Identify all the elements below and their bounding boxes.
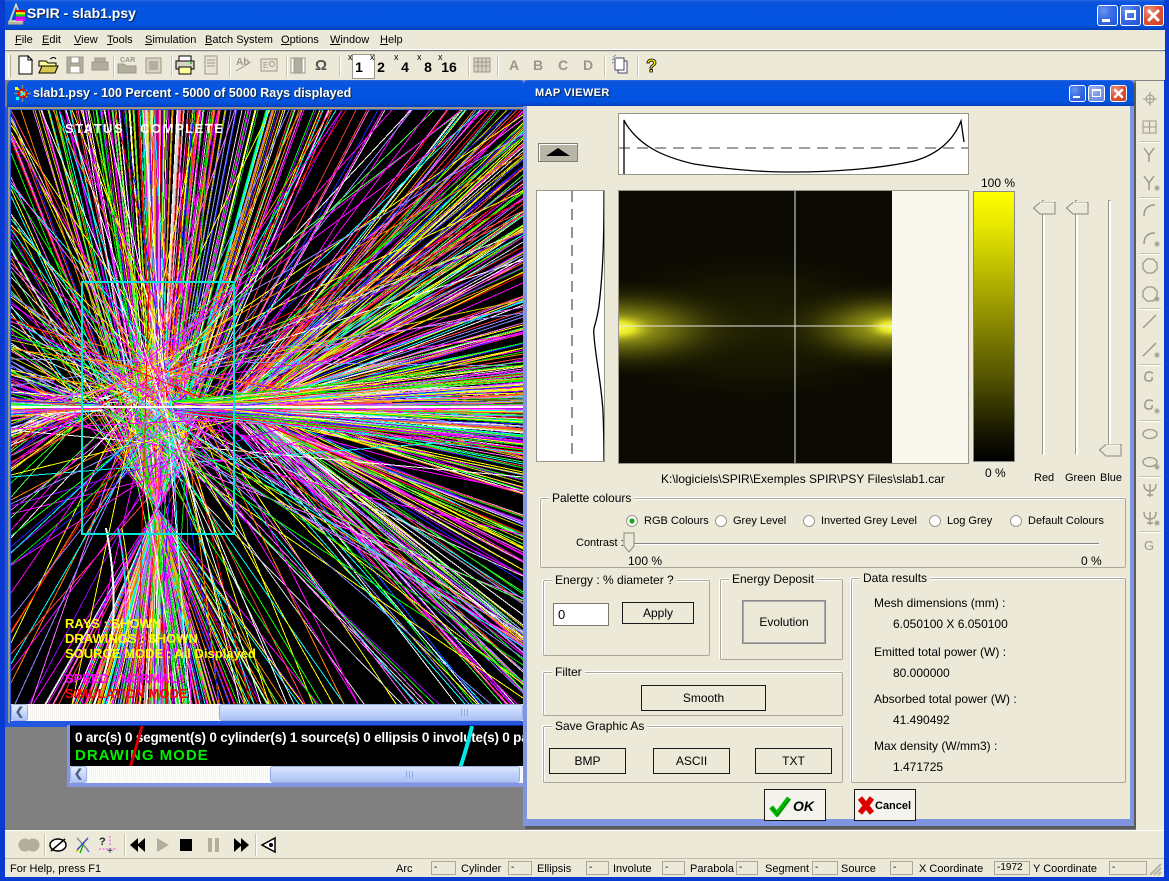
svg-text:STATUS : COMPLETE: STATUS : COMPLETE	[65, 121, 224, 136]
svg-text:+: +	[107, 846, 113, 856]
svg-text:SPEED : NORMAL !: SPEED : NORMAL !	[65, 671, 185, 686]
svg-text:DRAWINGS : SHOWN: DRAWINGS : SHOWN	[65, 631, 198, 646]
svg-text:?: ?	[646, 56, 657, 76]
svg-text:SOURCE MODE : All Displayed: SOURCE MODE : All Displayed	[65, 646, 256, 661]
svg-text:CAR: CAR	[120, 57, 135, 64]
svg-text:SIMULATION MODE: SIMULATION MODE	[65, 686, 188, 701]
svg-text:RAYS : SHOWN: RAYS : SHOWN	[65, 616, 161, 631]
svg-text:Ω: Ω	[315, 57, 327, 74]
svg-text:?: ?	[99, 836, 106, 848]
svg-text:E: E	[263, 61, 268, 70]
svg-text:G: G	[1144, 538, 1154, 553]
svg-text:Ab: Ab	[236, 57, 249, 68]
